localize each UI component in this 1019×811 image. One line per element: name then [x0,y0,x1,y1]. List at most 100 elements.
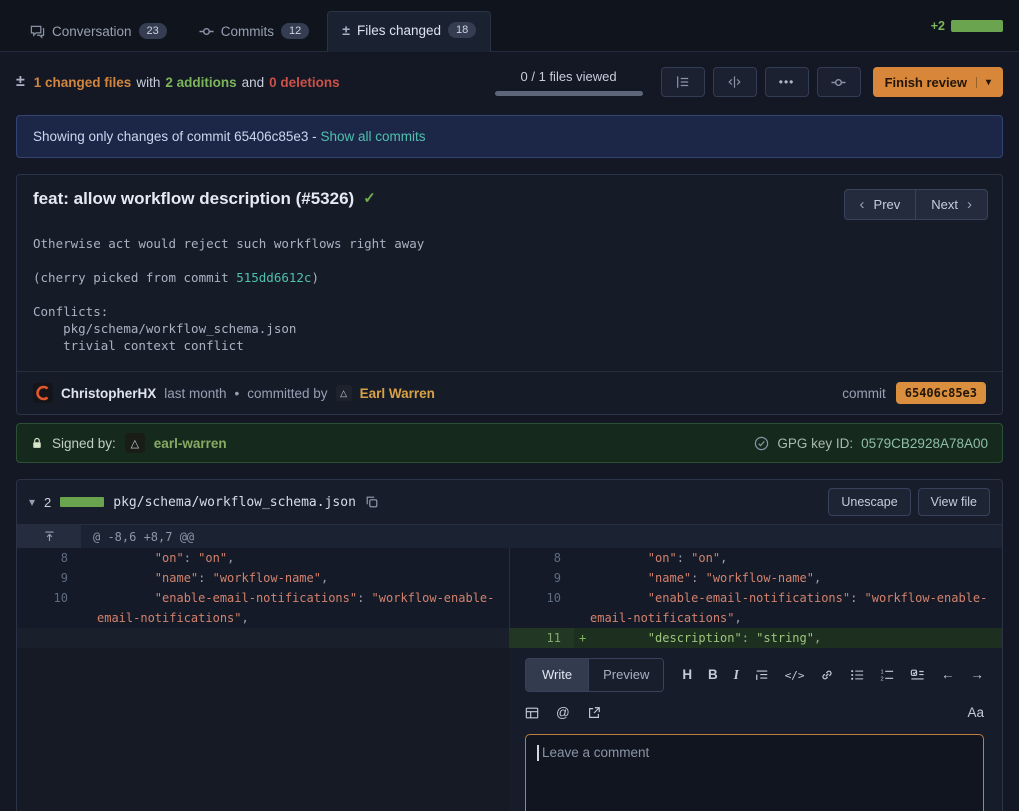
cherry-pick-commit-link[interactable]: 515dd6612c [236,270,311,285]
changed-files-link[interactable]: 1 changed files [34,75,132,90]
comment-input[interactable] [525,734,984,811]
line-number-new[interactable]: 10 [509,588,574,628]
fold-file-icon[interactable]: ▾ [29,495,35,509]
commit-select-button[interactable] [817,67,861,97]
diff-code-old: "enable-email-notifications": "workflow-… [81,588,509,628]
unordered-list-icon[interactable] [850,668,864,682]
dropdown-caret-icon: ▾ [976,77,991,88]
code-key: "enable-email-notifications" [97,591,357,605]
gpg-key-label: GPG key ID: [777,436,853,451]
file-tree-toggle-button[interactable] [661,67,705,97]
unescape-button[interactable]: Unescape [828,488,910,516]
show-all-commits-link[interactable]: Show all commits [320,129,425,144]
line-number-new[interactable]: 9 [509,568,574,588]
editor-toolbar-row2: @ Aa [525,706,984,720]
diff-empty-left [17,648,509,811]
check-circle-icon [754,436,769,451]
author-name[interactable]: ChristopherHX [61,386,156,401]
tab-preview[interactable]: Preview [588,659,663,691]
italic-icon[interactable]: I [734,668,739,682]
redo-icon[interactable]: → [970,668,984,682]
code-key: "on" [590,551,677,565]
reference-icon[interactable] [587,706,601,720]
code-punct: : [691,571,705,585]
commit-sha-badge[interactable]: 65406c85e3 [896,382,986,404]
committer-avatar[interactable]: △ [336,385,352,401]
quote-icon[interactable] [755,668,769,682]
code-icon[interactable]: </> [785,670,805,681]
pull-request-files-page: Conversation 23 Commits 12 ± Files chang… [0,0,1019,811]
files-viewed-label: 0 / 1 files viewed [521,69,617,84]
diff-file-header: ▾ 2 pkg/schema/workflow_schema.json Unes… [17,480,1002,525]
author-avatar[interactable] [33,383,53,403]
addition-marker: + [579,628,586,648]
tab-files-changed-count: 18 [448,22,476,38]
svg-text:2: 2 [881,676,884,682]
summary-text: and [242,75,265,90]
banner-text: Showing only changes of commit 65406c85e… [33,129,317,144]
formatting-icons: H B I </> 12 ← → [682,668,984,682]
files-viewed: 0 / 1 files viewed [495,69,643,96]
commit-time: last month [164,386,226,401]
diff-code-old-empty [81,628,509,648]
commit-verified-check-icon: ✓ [363,189,376,207]
hunk-header-text: @ -8,6 +8,7 @@ [81,525,206,548]
mention-icon[interactable]: @ [556,706,570,720]
tab-files-changed[interactable]: ± Files changed 18 [327,11,491,52]
line-number-new[interactable]: 11 [509,628,574,648]
link-icon[interactable] [820,668,834,682]
comment-discussion-icon [30,24,45,39]
expand-up-button[interactable] [17,525,81,548]
signer-avatar[interactable]: △ [125,433,145,453]
task-list-icon[interactable] [910,668,925,682]
chevron-left-icon: ‹ [860,197,865,212]
gpg-key-group: GPG key ID: 0579CB2928A78A00 [754,436,988,451]
line-number-old[interactable]: 9 [17,568,81,588]
code-key: "description" [590,631,742,645]
deletions-text: 0 deletions [269,75,340,90]
line-number-old[interactable]: 10 [17,588,81,628]
diff-toolbar: ± 1 changed files with 2 additions and 0… [0,52,1019,111]
tab-conversation[interactable]: Conversation 23 [16,13,181,51]
code-punct: : [677,551,691,565]
editor-toolbar: Write Preview H B I </> 12 [525,658,984,692]
diff-options-button[interactable]: ••• [765,67,809,97]
tab-commits[interactable]: Commits 12 [185,13,324,51]
comment-input-wrap [525,734,984,811]
copy-file-path-icon[interactable] [365,495,379,509]
prev-label: Prev [874,197,901,212]
view-file-button[interactable]: View file [918,488,990,516]
commit-navigation: ‹ Prev Next› [844,189,988,220]
file-name-link[interactable]: pkg/schema/workflow_schema.json [113,495,356,510]
committer-name[interactable]: Earl Warren [360,386,435,401]
commit-message-body: Otherwise act would reject such workflow… [17,220,1002,371]
signer-name[interactable]: earl-warren [154,436,227,451]
finish-review-button[interactable]: Finish review ▾ [873,67,1003,97]
font-size-icon[interactable]: Aa [967,706,984,720]
code-punct: , [321,571,328,585]
code-value: "on" [198,551,227,565]
heading-icon[interactable]: H [682,668,692,682]
undo-icon[interactable]: ← [941,668,955,682]
diff-code-new: "name": "workflow-name", [574,568,1002,588]
diff-code-new: "enable-email-notifications": "workflow-… [574,588,1002,628]
diff-file-box: ▾ 2 pkg/schema/workflow_schema.json Unes… [16,479,1003,811]
line-number-new[interactable]: 8 [509,548,574,568]
git-commit-icon [831,75,846,90]
bold-icon[interactable]: B [708,668,718,682]
ordered-list-icon[interactable]: 12 [880,668,894,682]
prev-commit-button[interactable]: ‹ Prev [844,189,917,220]
diff-view-toggle-button[interactable] [713,67,757,97]
table-icon[interactable] [525,706,539,720]
file-tree-icon [675,75,690,89]
code-value: "workflow-name" [706,571,814,585]
tab-write[interactable]: Write [526,659,588,691]
line-number-old[interactable]: 8 [17,548,81,568]
diff-icon: ± [342,22,350,38]
next-commit-button[interactable]: Next› [915,189,988,220]
editor-mode-tabs: Write Preview [525,658,664,692]
code-punct: , [720,551,727,565]
bullet-separator: • [235,386,240,401]
next-label: Next [931,197,958,212]
code-punct: , [735,611,742,625]
